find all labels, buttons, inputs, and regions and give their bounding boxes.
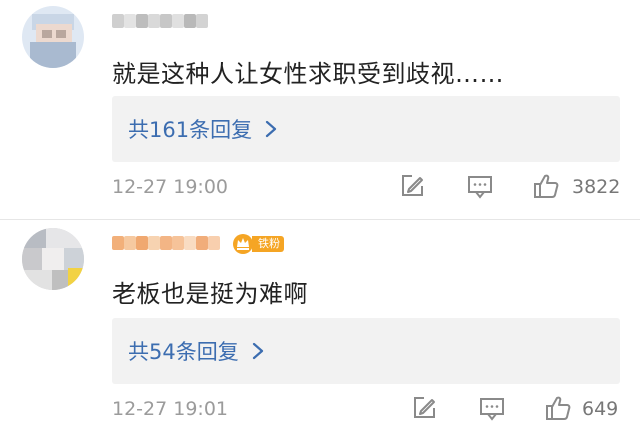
fan-badge-label: 铁粉 bbox=[252, 236, 284, 252]
message-icon[interactable] bbox=[478, 394, 506, 422]
edit-icon[interactable] bbox=[398, 172, 426, 200]
thumbs-up-icon[interactable] bbox=[532, 172, 560, 200]
comment-text: 就是这种人让女性求职受到歧视…… bbox=[112, 60, 504, 88]
chevron-right-icon bbox=[265, 120, 277, 138]
comment-item: 铁粉 老板也是挺为难啊 共54条回复 12-27 19:01 649 bbox=[0, 222, 640, 431]
edit-icon[interactable] bbox=[410, 394, 438, 422]
comment-item: 就是这种人让女性求职受到歧视…… 共161条回复 12-27 19:00 382… bbox=[0, 0, 640, 220]
like-count: 649 bbox=[582, 398, 619, 420]
view-replies-link[interactable]: 共161条回复 bbox=[128, 114, 280, 144]
thumbs-up-icon[interactable] bbox=[544, 394, 572, 422]
timestamp: 12-27 19:00 bbox=[112, 176, 229, 198]
reply-count-label: 共161条回复 bbox=[128, 118, 253, 142]
fan-badge: 铁粉 bbox=[232, 232, 284, 256]
chevron-right-icon bbox=[252, 342, 263, 360]
crown-icon bbox=[233, 234, 253, 254]
timestamp: 12-27 19:01 bbox=[112, 398, 229, 420]
like-count: 3822 bbox=[572, 176, 621, 198]
avatar[interactable] bbox=[22, 6, 84, 68]
reply-summary-box[interactable]: 共161条回复 bbox=[112, 96, 620, 162]
username-blurred[interactable] bbox=[112, 234, 220, 252]
avatar[interactable] bbox=[22, 228, 84, 290]
reply-summary-box[interactable]: 共54条回复 bbox=[112, 318, 620, 384]
reply-count-label: 共54条回复 bbox=[128, 340, 239, 364]
comment-text: 老板也是挺为难啊 bbox=[112, 280, 308, 308]
view-replies-link[interactable]: 共54条回复 bbox=[128, 336, 267, 366]
divider bbox=[0, 219, 640, 220]
username-blurred[interactable] bbox=[112, 12, 208, 30]
message-icon[interactable] bbox=[466, 172, 494, 200]
